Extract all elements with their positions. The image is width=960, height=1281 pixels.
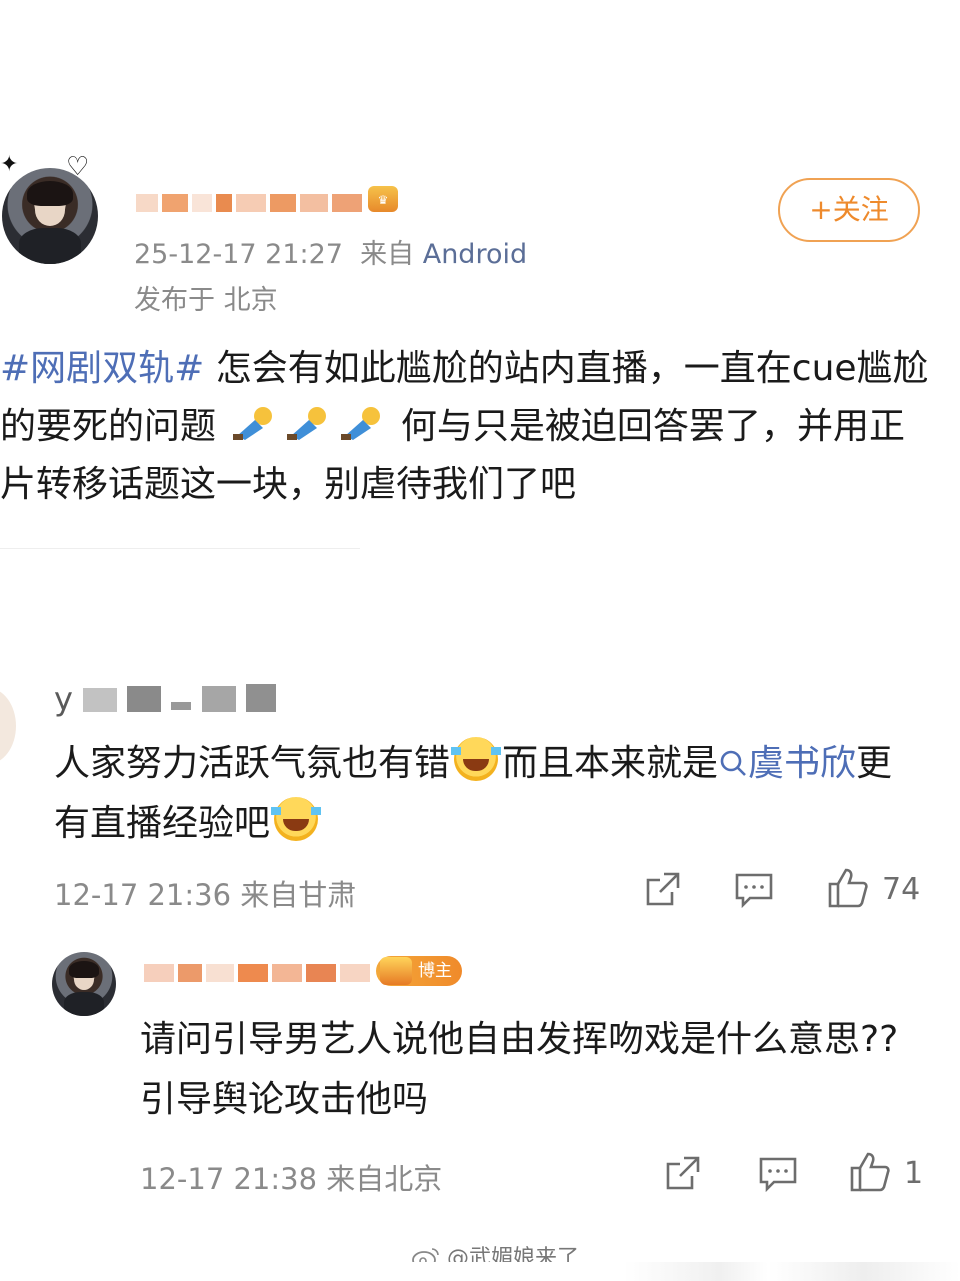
- heart-sticker-icon: ♡: [66, 152, 90, 182]
- like-icon[interactable]: [848, 1150, 892, 1194]
- doll-emoji-icon: [287, 407, 327, 440]
- comment-2-author-name[interactable]: [140, 956, 370, 982]
- doll-emoji-icon: [233, 407, 273, 440]
- post-body: #网剧双轨# 怎会有如此尴尬的站内直播，一直在cue尴尬的要死的问题 何与只是被…: [0, 340, 930, 514]
- post-source-app[interactable]: Android: [423, 239, 527, 270]
- share-icon[interactable]: [664, 1154, 702, 1192]
- comment-1-like-count: 74: [882, 872, 921, 907]
- comment-icon[interactable]: [734, 872, 774, 908]
- bottom-edge: [0, 1262, 960, 1281]
- comment-icon[interactable]: [758, 1156, 798, 1192]
- share-icon[interactable]: [644, 870, 682, 908]
- post-timestamp: 25-12-17 21:27 来自 Android: [134, 239, 528, 270]
- comment-1-avatar[interactable]: [0, 688, 16, 764]
- laugh-cry-emoji-icon: [271, 797, 322, 841]
- comment-2-body: 请问引导男艺人说他自由发挥吻戏是什么意思??引导舆论攻击他吗: [140, 1019, 899, 1120]
- post-location: 发布于 北京: [134, 285, 278, 316]
- mention-link[interactable]: 虞书欣: [718, 743, 856, 784]
- post-author-name[interactable]: [136, 186, 362, 212]
- section-divider: [0, 548, 360, 549]
- comment-1-meta: 12-17 21:36 来自甘肃: [54, 878, 357, 912]
- laugh-cry-emoji-icon: [451, 737, 502, 781]
- like-icon[interactable]: [826, 866, 870, 910]
- comment-1-body: 人家努力活跃气氛也有错 而且本来就是 虞书欣更有直播经验吧: [54, 734, 924, 854]
- search-icon: [720, 750, 746, 776]
- hashtag-link[interactable]: #网剧双轨#: [0, 348, 204, 389]
- vip-crown-icon: [380, 957, 412, 985]
- post-author-avatar[interactable]: [2, 168, 98, 264]
- host-badge: 博主: [376, 956, 462, 986]
- comment-2-meta: 12-17 21:38 来自北京: [140, 1162, 443, 1196]
- follow-button[interactable]: +关注: [778, 178, 920, 242]
- sparkle-sticker-icon: ✦: [0, 152, 19, 177]
- comment-2-like-count: 1: [904, 1156, 924, 1191]
- post-text-part-2: 何与只是被迫回答罢了，: [400, 406, 797, 447]
- comment-1-author-name[interactable]: y: [54, 680, 276, 718]
- vip-crown-icon: ♛: [368, 186, 398, 212]
- doll-emoji-icon: [341, 407, 381, 440]
- comment-2-avatar[interactable]: [52, 952, 116, 1016]
